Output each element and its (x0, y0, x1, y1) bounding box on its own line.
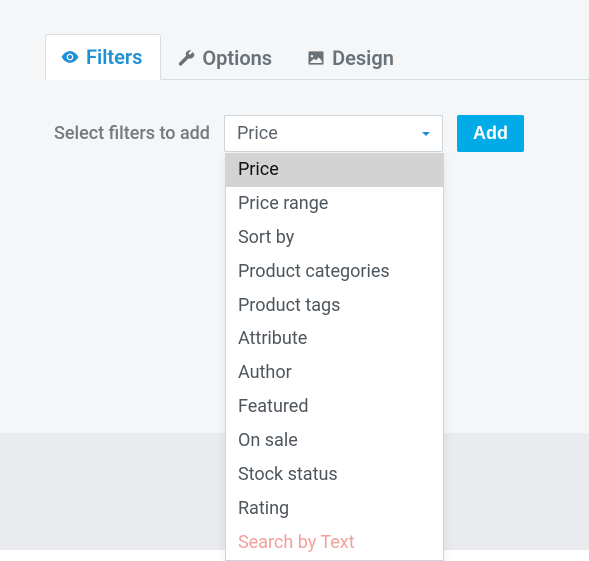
add-filter-label: Select filters to add (54, 123, 210, 144)
tab-bar: Filters Options Design (45, 34, 589, 80)
tab-design-label: Design (332, 46, 394, 70)
tab-options[interactable]: Options (161, 35, 291, 80)
filter-option[interactable]: Author (226, 356, 443, 390)
tab-options-label: Options (202, 46, 272, 70)
add-filter-row: Select filters to add Price Price Price … (54, 115, 524, 152)
filter-option[interactable]: Stock status (226, 458, 443, 492)
image-icon (306, 48, 326, 68)
tab-design[interactable]: Design (291, 35, 413, 80)
filter-select-value: Price (237, 123, 278, 144)
filter-option[interactable]: Attribute (226, 322, 443, 356)
filter-option[interactable]: On sale (226, 424, 443, 458)
filter-select[interactable]: Price Price Price range Sort by Product … (224, 115, 443, 152)
filter-option[interactable]: Product categories (226, 255, 443, 289)
filter-option[interactable]: Price range (226, 187, 443, 221)
chevron-down-icon (420, 128, 432, 140)
add-button[interactable]: Add (457, 115, 524, 152)
tab-filters-label: Filters (86, 45, 142, 69)
eye-icon (60, 47, 80, 67)
filter-option[interactable]: Featured (226, 390, 443, 424)
filter-option[interactable]: Sort by (226, 221, 443, 255)
filter-option[interactable]: Rating (226, 492, 443, 526)
filter-option[interactable]: Search by Text (226, 526, 443, 560)
filter-option[interactable]: Price (226, 153, 443, 187)
filter-dropdown: Price Price range Sort by Product catego… (225, 153, 444, 561)
tab-filters[interactable]: Filters (45, 34, 161, 80)
filter-option[interactable]: Product tags (226, 289, 443, 323)
wrench-icon (176, 48, 196, 68)
